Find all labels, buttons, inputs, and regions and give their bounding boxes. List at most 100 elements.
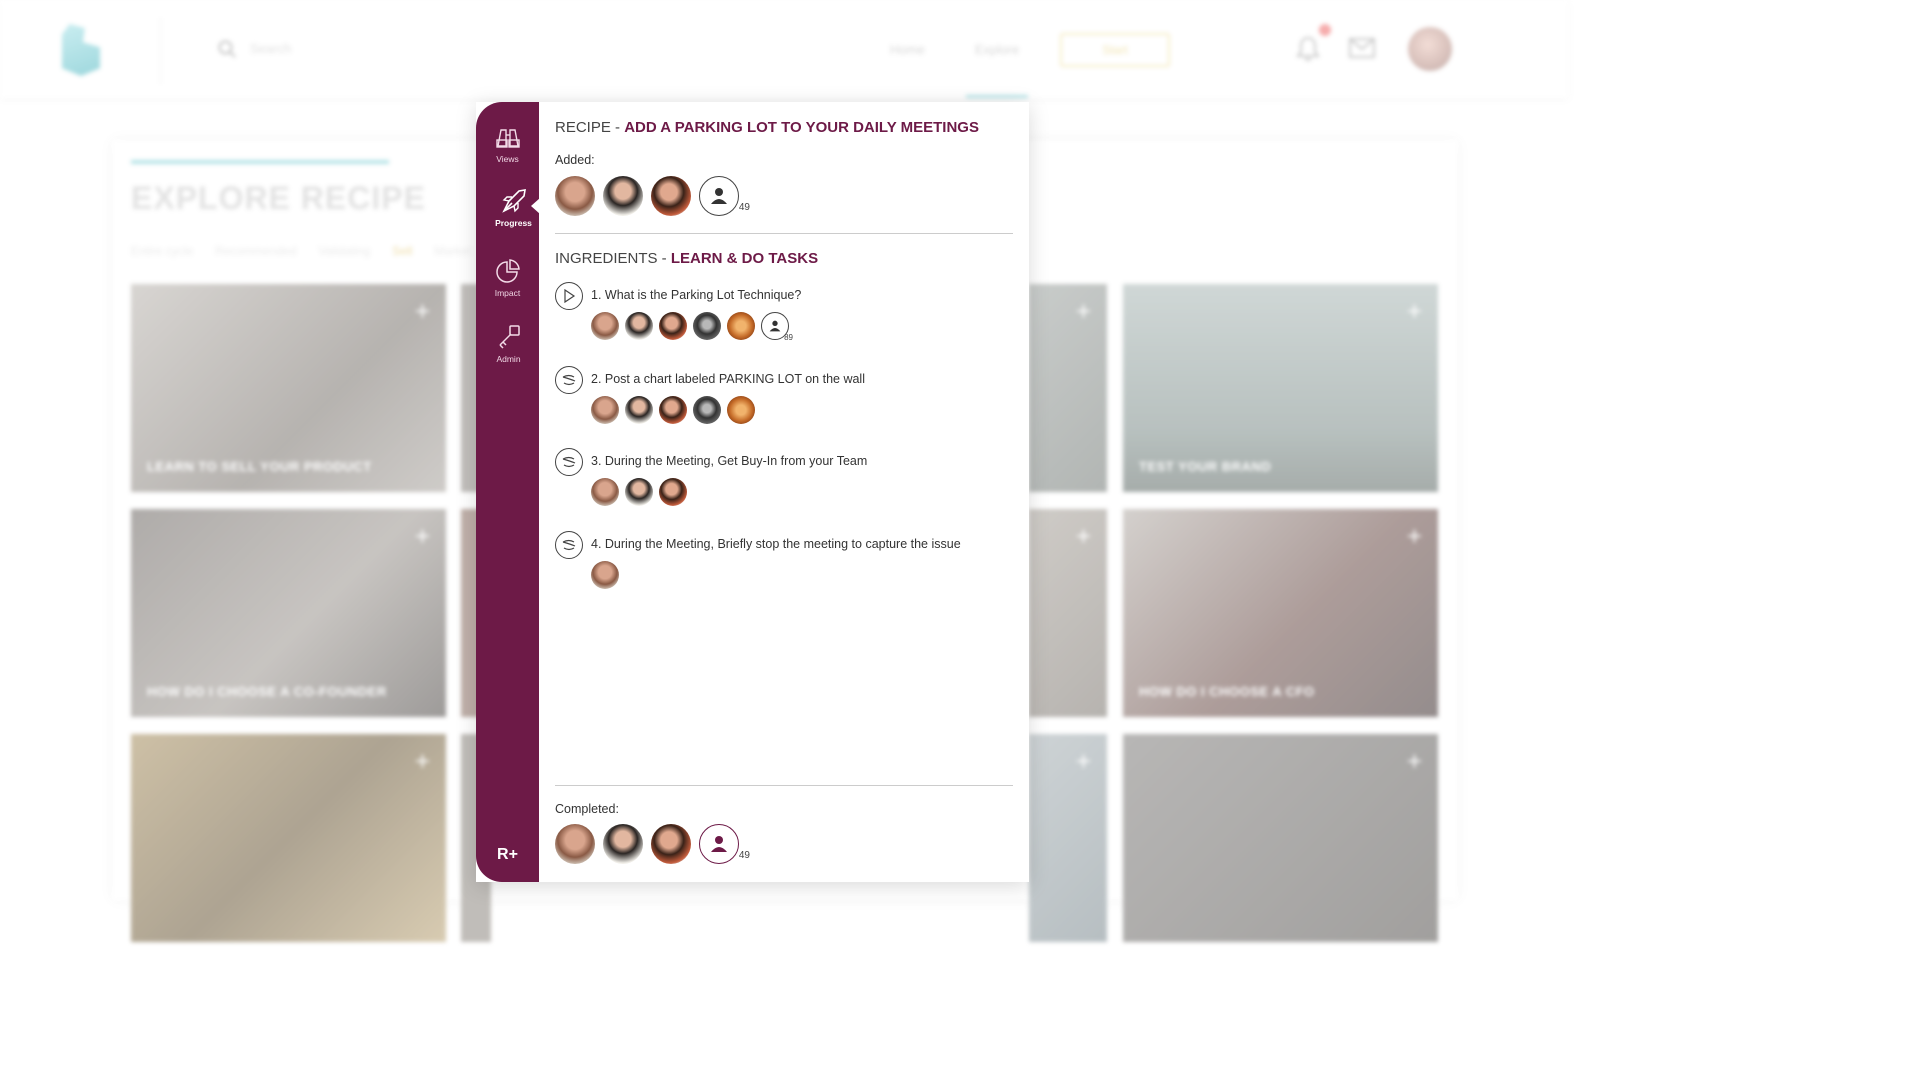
pie-chart-icon: [495, 259, 520, 283]
recipe-tile[interactable]: +: [1029, 734, 1107, 942]
recipe-title: RECIPE - ADD A PARKING LOT TO YOUR DAILY…: [555, 119, 979, 136]
user-avatar[interactable]: [1408, 27, 1452, 71]
play-icon[interactable]: [555, 282, 583, 310]
recipe-tile[interactable]: +: [131, 734, 446, 942]
avatar[interactable]: [625, 478, 653, 506]
task-icon[interactable]: [555, 366, 583, 394]
tile-label: HOW DO I CHOOSE A CFO: [1139, 684, 1315, 699]
recipe-progress-modal: Views Progress Impact Admin R+ RECIPE - …: [476, 102, 1029, 882]
title-accent-line: [131, 160, 389, 164]
avatar[interactable]: [603, 824, 643, 864]
avatar[interactable]: [659, 478, 687, 506]
task-title[interactable]: 2. Post a chart labeled PARKING LOT on t…: [591, 372, 865, 386]
more-users-badge[interactable]: 49: [699, 176, 750, 216]
added-label: Added:: [555, 153, 595, 167]
user-count: 89: [784, 333, 793, 342]
avatar[interactable]: [555, 176, 595, 216]
section-divider: [555, 233, 1013, 234]
add-icon[interactable]: +: [1407, 748, 1422, 774]
side-nav-label: Admin: [496, 354, 521, 364]
side-nav-impact[interactable]: Impact: [476, 258, 539, 298]
side-nav-views[interactable]: Views: [476, 126, 539, 164]
avatar[interactable]: [591, 396, 619, 424]
more-users-badge[interactable]: 49: [699, 824, 750, 864]
side-nav-label: Progress: [495, 218, 532, 228]
add-icon[interactable]: +: [1076, 523, 1091, 549]
page-title: EXPLORE RECIPE: [131, 180, 426, 216]
filter-item-active[interactable]: Sell: [392, 244, 412, 258]
tile-label: HOW DO I CHOOSE A CO-FOUNDER: [147, 684, 387, 699]
task-title[interactable]: 3. During the Meeting, Get Buy-In from y…: [591, 454, 867, 468]
user-count: 49: [738, 850, 750, 861]
avatar[interactable]: [659, 396, 687, 424]
nav-home[interactable]: Home: [890, 42, 925, 57]
avatar[interactable]: [625, 396, 653, 424]
task-title[interactable]: 4. During the Meeting, Briefly stop the …: [591, 537, 961, 551]
side-nav-label: Impact: [494, 288, 521, 298]
avatar[interactable]: [727, 312, 755, 340]
tile-label: TEST YOUR BRAND: [1139, 459, 1272, 474]
section-divider: [555, 785, 1013, 786]
task-avatars: 89: [591, 312, 793, 342]
avatar[interactable]: [591, 312, 619, 340]
topbar-divider: [160, 18, 161, 84]
task-icon[interactable]: [555, 448, 583, 476]
avatar[interactable]: [651, 824, 691, 864]
app-logo[interactable]: [62, 24, 100, 76]
avatar[interactable]: [625, 312, 653, 340]
key-icon: [498, 325, 520, 349]
filter-item[interactable]: Validating: [318, 244, 370, 258]
avatar[interactable]: [659, 312, 687, 340]
search-input[interactable]: Search: [250, 41, 291, 56]
avatar[interactable]: [603, 176, 643, 216]
add-icon[interactable]: +: [1407, 523, 1422, 549]
filter-item[interactable]: Market: [434, 244, 471, 258]
search-icon[interactable]: [218, 40, 236, 58]
add-icon[interactable]: +: [1076, 298, 1091, 324]
recipe-tile[interactable]: + TEST YOUR BRAND: [1123, 284, 1438, 492]
rocket-icon: [501, 189, 526, 213]
top-bar: Search Home Explore Start: [0, 0, 1568, 98]
avatar[interactable]: [591, 478, 619, 506]
task-avatars: [591, 478, 693, 506]
avatar[interactable]: [693, 312, 721, 340]
avatar[interactable]: [727, 396, 755, 424]
recipe-tile[interactable]: + HOW DO I CHOOSE A CO-FOUNDER: [131, 509, 446, 717]
recipe-tile[interactable]: +: [1029, 509, 1107, 717]
nav-cta-button[interactable]: Start: [1060, 33, 1170, 67]
avatar[interactable]: [555, 824, 595, 864]
nav-explore[interactable]: Explore: [975, 42, 1019, 57]
add-icon[interactable]: +: [1407, 298, 1422, 324]
person-icon: [769, 320, 781, 332]
avatar[interactable]: [591, 561, 619, 589]
task-title[interactable]: 1. What is the Parking Lot Technique?: [591, 288, 801, 302]
filter-item[interactable]: Entire cycle: [131, 244, 193, 258]
add-icon[interactable]: +: [415, 298, 430, 324]
task-avatars: [591, 561, 625, 589]
avatar[interactable]: [651, 176, 691, 216]
avatar[interactable]: [693, 396, 721, 424]
modal-content: RECIPE - ADD A PARKING LOT TO YOUR DAILY…: [555, 102, 1014, 882]
bell-icon[interactable]: [1296, 36, 1320, 62]
mail-icon[interactable]: [1349, 38, 1375, 58]
completed-avatars: 49: [555, 824, 750, 864]
recipe-tile[interactable]: +: [1123, 734, 1438, 942]
more-users-badge[interactable]: 89: [761, 312, 793, 342]
side-nav-admin[interactable]: Admin: [477, 324, 540, 364]
add-icon[interactable]: +: [415, 748, 430, 774]
person-icon: [711, 188, 727, 204]
recipe-tile[interactable]: + HOW DO I CHOOSE A CFO: [1123, 509, 1438, 717]
user-count: 49: [738, 202, 750, 213]
add-icon[interactable]: +: [415, 523, 430, 549]
add-icon[interactable]: +: [1076, 748, 1091, 774]
notification-badge: [1319, 24, 1331, 36]
recipe-tile[interactable]: +: [1029, 284, 1107, 492]
recipe-tile[interactable]: + LEARN TO SELL YOUR PRODUCT: [131, 284, 446, 492]
filter-item[interactable]: Recommended: [215, 244, 296, 258]
active-nav-pointer: [531, 198, 540, 214]
ingredients-title: INGREDIENTS - LEARN & DO TASKS: [555, 250, 818, 267]
task-avatars: [591, 396, 761, 424]
recipe-name: ADD A PARKING LOT TO YOUR DAILY MEETINGS: [624, 119, 979, 136]
added-avatars: 49: [555, 176, 750, 216]
task-icon[interactable]: [555, 531, 583, 559]
